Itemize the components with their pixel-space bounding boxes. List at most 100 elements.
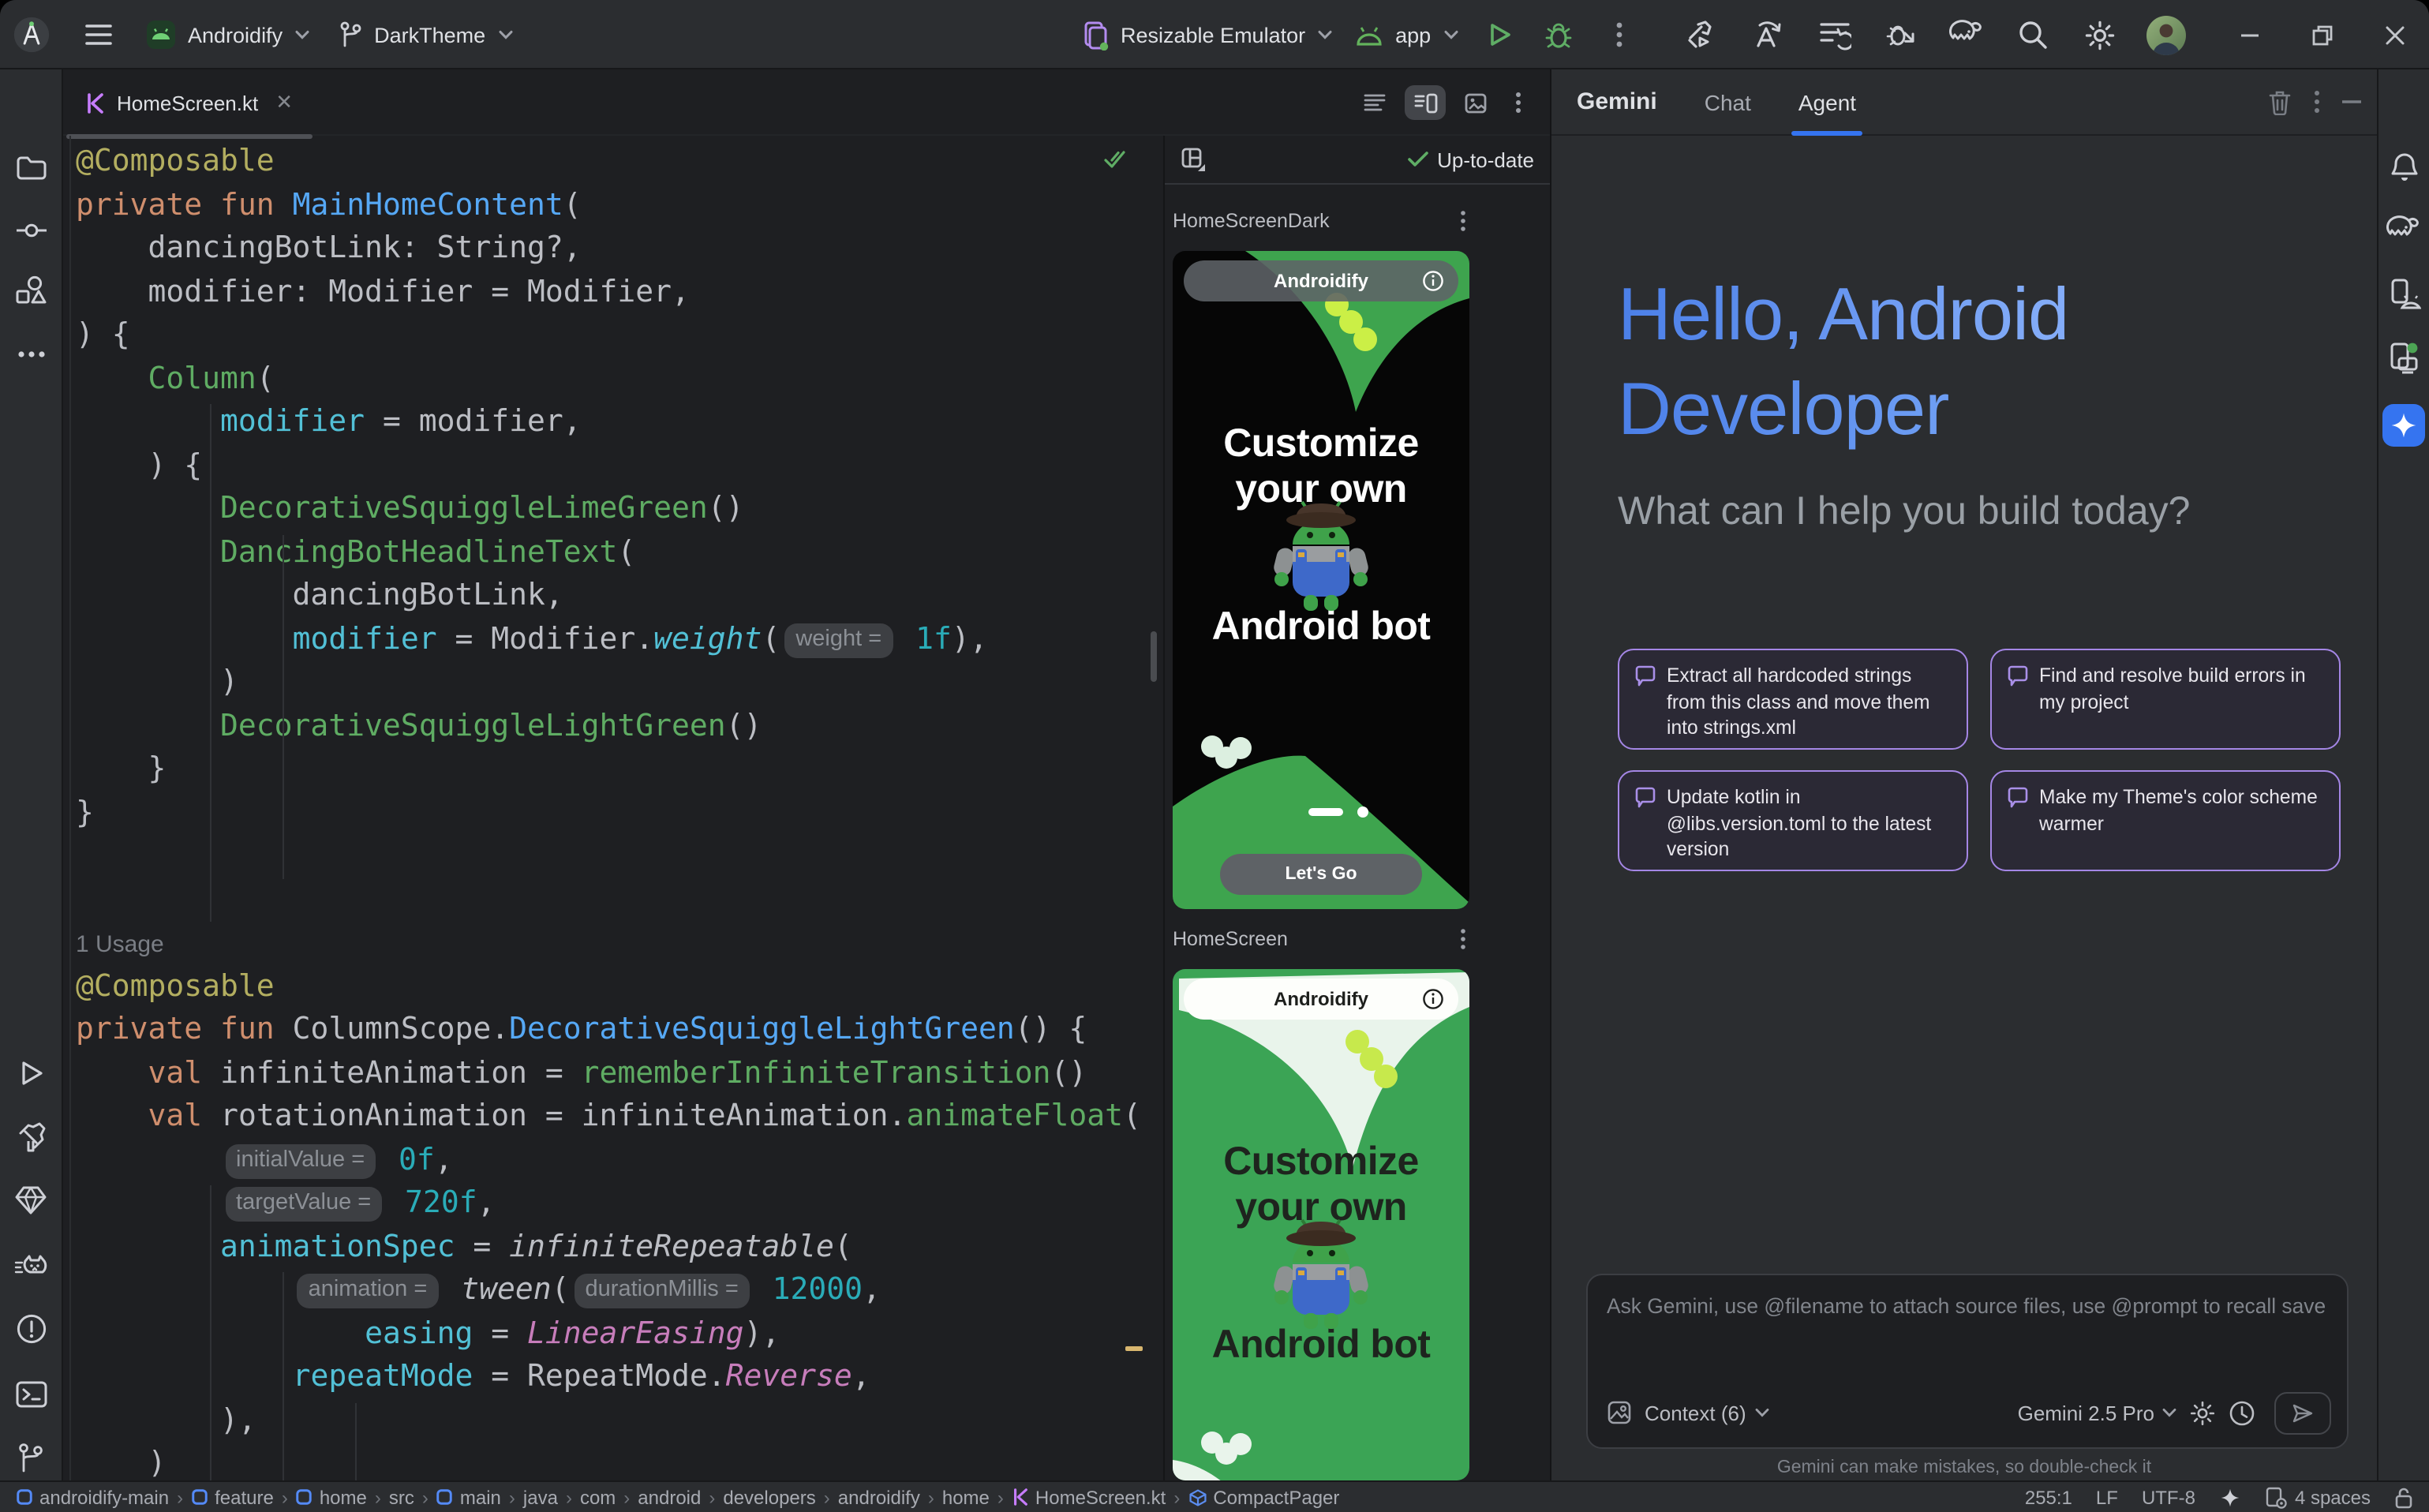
- preview-menu-icon[interactable]: [1460, 210, 1466, 232]
- code-line[interactable]: ) {: [76, 314, 1162, 357]
- tab-close-icon[interactable]: ✕: [275, 90, 293, 115]
- code-line[interactable]: animationSpec = infiniteRepeatable(: [76, 1226, 1162, 1269]
- search-everywhere-icon[interactable]: [2014, 16, 2052, 54]
- indent-style[interactable]: 4 spaces: [2265, 1486, 2371, 1508]
- debug-button[interactable]: [1540, 16, 1578, 54]
- line-separator[interactable]: LF: [2096, 1486, 2118, 1508]
- caret-position[interactable]: 255:1: [2025, 1486, 2072, 1508]
- code-line[interactable]: DancingBotHeadlineText(: [76, 531, 1162, 574]
- model-selector[interactable]: Gemini 2.5 Pro: [2018, 1401, 2176, 1424]
- attach-debugger-icon[interactable]: [1881, 16, 1919, 54]
- gradle-sync-icon[interactable]: [1948, 16, 1985, 54]
- breadcrumb-item[interactable]: HomeScreen.kt: [1012, 1486, 1166, 1508]
- ai-sparkle-icon[interactable]: [2219, 1486, 2241, 1508]
- inspections-status-icon[interactable]: [1103, 150, 1127, 169]
- code-line[interactable]: ),: [76, 1399, 1162, 1443]
- breadcrumb-item[interactable]: main: [436, 1486, 501, 1508]
- code-line[interactable]: DecorativeSquiggleLightGreen(): [76, 705, 1162, 748]
- code-line[interactable]: modifier = Modifier.weight(weight = 1f),: [76, 618, 1162, 661]
- app-quality-insights-tool-icon[interactable]: [12, 1181, 50, 1218]
- preview-homescreen[interactable]: Customize your own Android bot: [1173, 969, 1469, 1480]
- code-line[interactable]: val rotationAnimation = infiniteAnimatio…: [76, 1095, 1162, 1139]
- code-line[interactable]: repeatMode = RepeatMode.Reverse,: [76, 1356, 1162, 1399]
- code-view-toggle[interactable]: [1354, 85, 1395, 120]
- breadcrumb-item[interactable]: feature: [191, 1486, 274, 1508]
- code-line[interactable]: @Composable: [76, 965, 1162, 1009]
- run-configuration-selector[interactable]: app: [1354, 23, 1458, 47]
- breadcrumb-item[interactable]: developers: [723, 1486, 815, 1508]
- code-line[interactable]: }: [76, 748, 1162, 792]
- project-tool-icon[interactable]: [12, 148, 50, 186]
- breadcrumb-item[interactable]: com: [580, 1486, 616, 1508]
- code-line[interactable]: modifier = modifier,: [76, 401, 1162, 444]
- vcs-branch-selector[interactable]: DarkTheme: [338, 21, 512, 49]
- lets-go-button[interactable]: Let's Go: [1220, 854, 1422, 895]
- code-line[interactable]: initialValue = 0f,: [76, 1139, 1162, 1182]
- code-line[interactable]: [76, 878, 1162, 922]
- editor-scrollbar[interactable]: [1151, 631, 1157, 682]
- tab-homescreen-kt[interactable]: HomeScreen.kt ✕: [85, 69, 293, 136]
- terminal-tool-icon[interactable]: [12, 1375, 50, 1413]
- window-minimize-button[interactable]: [2230, 16, 2268, 54]
- preview-menu-icon[interactable]: [1460, 928, 1466, 950]
- project-selector[interactable]: Androidify: [145, 19, 309, 51]
- code-line[interactable]: val infiniteAnimation = rememberInfinite…: [76, 1052, 1162, 1095]
- device-manager-tool-icon[interactable]: [2385, 275, 2423, 313]
- code-line[interactable]: private fun MainHomeContent(: [76, 184, 1162, 227]
- history-clock-icon[interactable]: [2229, 1399, 2255, 1426]
- code-line[interactable]: dancingBotLink,: [76, 574, 1162, 618]
- breadcrumb-item[interactable]: home: [942, 1486, 990, 1508]
- code-line[interactable]: 1 Usage: [76, 922, 1162, 965]
- commit-tool-icon[interactable]: [12, 211, 50, 249]
- notifications-bell-icon[interactable]: [2385, 148, 2423, 186]
- code-line[interactable]: modifier: Modifier = Modifier,: [76, 271, 1162, 314]
- code-line[interactable]: easing = LinearEasing),: [76, 1312, 1162, 1356]
- design-view-toggle[interactable]: [1455, 85, 1496, 120]
- code-line[interactable]: Column(: [76, 357, 1162, 401]
- build-run-icon[interactable]: [1682, 16, 1720, 54]
- context-selector[interactable]: Context (6): [1645, 1401, 1770, 1424]
- more-run-options-icon[interactable]: [1600, 16, 1637, 54]
- preview-layout-grid-icon[interactable]: [1177, 144, 1209, 175]
- resource-manager-tool-icon[interactable]: [12, 271, 50, 309]
- code-line[interactable]: dancingBotLink: String?,: [76, 227, 1162, 271]
- breadcrumb-item[interactable]: home: [296, 1486, 367, 1508]
- version-control-tool-icon[interactable]: [12, 1438, 50, 1476]
- running-devices-tool-icon[interactable]: [2385, 338, 2423, 376]
- code-line[interactable]: private fun ColumnScope.DecorativeSquigg…: [76, 1009, 1162, 1052]
- ai-code-transform-icon[interactable]: [1749, 16, 1787, 54]
- hide-panel-icon[interactable]: [2342, 99, 2361, 104]
- window-close-button[interactable]: [2375, 16, 2413, 54]
- readonly-lock-icon[interactable]: [2394, 1486, 2413, 1508]
- code-line[interactable]: animation = tween(durationMillis = 12000…: [76, 1269, 1162, 1312]
- preview-homescreendark[interactable]: Customize your own Android bot: [1173, 251, 1469, 909]
- code-line[interactable]: ): [76, 661, 1162, 705]
- suggestion-card[interactable]: Make my Theme's color scheme warmer: [1990, 770, 2341, 871]
- code-line[interactable]: ) {: [76, 444, 1162, 488]
- breadcrumb-item[interactable]: androidify: [838, 1486, 920, 1508]
- clear-chat-icon[interactable]: [2268, 89, 2292, 114]
- logcat-tool-icon[interactable]: [12, 1245, 50, 1283]
- breadcrumb-item[interactable]: CompactPager: [1188, 1486, 1339, 1508]
- tab-chat[interactable]: Chat: [1705, 69, 1751, 135]
- build-tool-icon[interactable]: [12, 1117, 50, 1155]
- code-line[interactable]: [76, 835, 1162, 878]
- breadcrumb-item[interactable]: androidify-main: [16, 1486, 169, 1508]
- suggestion-card[interactable]: Find and resolve build errors in my proj…: [1990, 649, 2341, 750]
- gemini-options-icon[interactable]: [2314, 90, 2320, 114]
- gradle-tool-icon[interactable]: [2385, 211, 2423, 249]
- resolve-imports-icon[interactable]: [1815, 16, 1853, 54]
- suggestion-card[interactable]: Update kotlin in @libs.version.toml to t…: [1618, 770, 1968, 871]
- breadcrumb-item[interactable]: java: [523, 1486, 558, 1508]
- run-button[interactable]: [1480, 16, 1518, 54]
- editor-options-icon[interactable]: [1506, 84, 1531, 122]
- code-line[interactable]: @Composable: [76, 140, 1162, 184]
- suggestion-card[interactable]: Extract all hardcoded strings from this …: [1618, 649, 1968, 750]
- device-selector[interactable]: Resizable Emulator: [1083, 20, 1332, 50]
- run-tool-icon[interactable]: [12, 1054, 50, 1092]
- code-line[interactable]: targetValue = 720f,: [76, 1182, 1162, 1226]
- file-encoding[interactable]: UTF-8: [2142, 1486, 2195, 1508]
- more-tool-windows-icon[interactable]: [12, 335, 50, 372]
- split-view-toggle[interactable]: [1405, 85, 1446, 120]
- gemini-prompt-input[interactable]: [1607, 1288, 2325, 1323]
